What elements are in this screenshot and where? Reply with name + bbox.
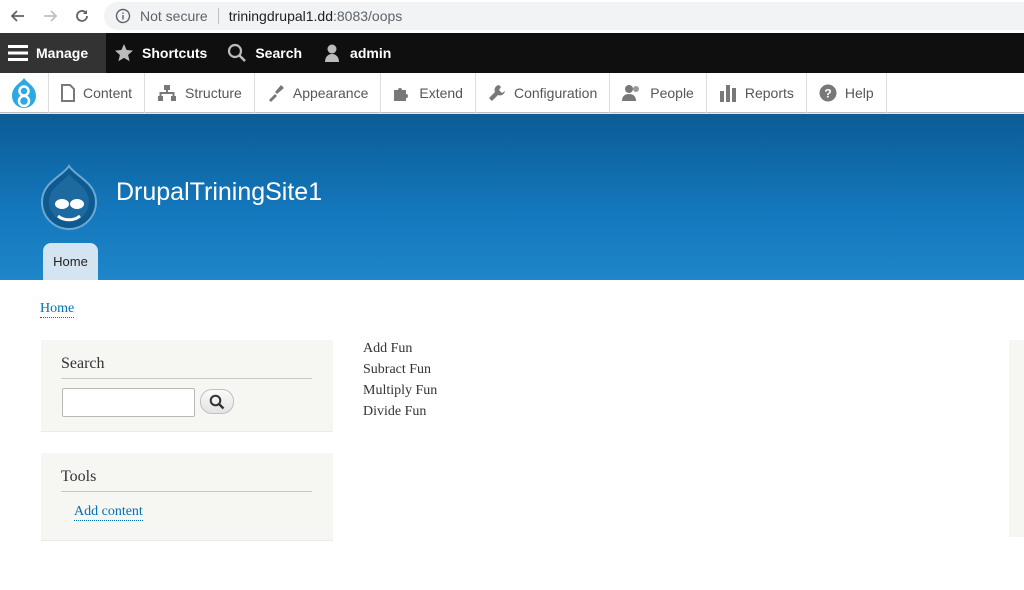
url-host: triningdrupal1.dd	[228, 8, 333, 24]
bar-chart-icon	[719, 85, 736, 102]
drupal-home-link[interactable]	[0, 73, 49, 113]
list-item-multiply-fun[interactable]: Multiply Fun	[363, 382, 437, 403]
list-item-subract-fun[interactable]: Subract Fun	[363, 361, 437, 382]
arrow-left-icon	[10, 10, 24, 22]
toolbar-user[interactable]: admin	[314, 33, 403, 73]
toolbar-shortcuts-label: Shortcuts	[142, 45, 208, 61]
menu-item-structure-label: Structure	[185, 85, 242, 101]
menu-item-extend-label: Extend	[419, 85, 463, 101]
menu-item-appearance[interactable]: Appearance	[255, 73, 382, 113]
address-bar[interactable]: Not secure triningdrupal1.dd:8083/oops	[104, 2, 1024, 30]
admin-toolbar: Manage Shortcuts Search admin	[0, 33, 1024, 73]
brush-icon	[268, 85, 284, 102]
forward-button[interactable]	[38, 4, 62, 28]
menu-item-configuration-label: Configuration	[513, 85, 598, 101]
toolbar-search[interactable]: Search	[219, 33, 314, 73]
search-submit-button[interactable]	[200, 389, 234, 414]
tools-block-divider	[61, 491, 312, 492]
user-icon	[325, 44, 340, 62]
breadcrumb-home[interactable]: Home	[40, 301, 75, 318]
arrow-right-icon	[44, 10, 58, 22]
site-header: DrupalTriningSite1 Home	[0, 114, 1024, 280]
search-icon	[209, 394, 225, 409]
menu-item-reports-label: Reports	[744, 85, 794, 101]
search-block-divider	[61, 378, 312, 379]
search-block-title: Search	[61, 355, 105, 372]
menu-item-structure[interactable]: Structure	[145, 73, 255, 113]
list-item-divide-fun[interactable]: Divide Fun	[363, 403, 437, 424]
tools-block: Tools Add content	[41, 453, 333, 541]
site-name[interactable]: DrupalTriningSite1	[116, 178, 322, 207]
toolbar-manage[interactable]: Manage	[0, 33, 106, 73]
wrench-icon	[488, 85, 505, 101]
toolbar-user-label: admin	[350, 45, 392, 61]
address-separator	[217, 8, 219, 24]
toolbar-manage-label: Manage	[36, 45, 89, 61]
menu-item-configuration[interactable]: Configuration	[476, 73, 611, 113]
menu-item-help-label: Help	[844, 85, 874, 101]
menu-item-content[interactable]: Content	[49, 73, 146, 113]
url-path: :8083/oops	[333, 8, 403, 24]
people-icon	[622, 85, 640, 101]
menu-item-people[interactable]: People	[610, 73, 707, 113]
site-logo[interactable]	[40, 164, 98, 230]
puzzle-icon	[394, 88, 409, 101]
drupal-drop-icon	[40, 164, 98, 230]
menu-item-content-label: Content	[83, 85, 133, 101]
security-label: Not secure	[140, 8, 208, 24]
file-icon	[61, 84, 75, 102]
info-icon[interactable]	[114, 7, 132, 25]
search-icon	[228, 43, 247, 62]
svg-text:?: ?	[824, 87, 831, 101]
menu-item-help[interactable]: ? Help	[807, 73, 887, 113]
admin-menu-tray: Content Structure Appearance Extend Conf…	[0, 73, 1024, 113]
search-block: Search	[41, 340, 333, 432]
menu-item-extend[interactable]: Extend	[381, 73, 476, 113]
reload-button[interactable]	[70, 4, 94, 28]
toolbar-search-label: Search	[255, 45, 303, 61]
browser-chrome: Not secure triningdrupal1.dd:8083/oops	[0, 0, 1024, 33]
reload-icon	[76, 10, 88, 22]
list-item-add-fun[interactable]: Add Fun	[363, 340, 437, 361]
fun-link-list: Add Fun Subract Fun Multiply Fun Divide …	[363, 340, 437, 424]
help-icon: ?	[819, 84, 837, 102]
add-content-link[interactable]: Add content	[74, 504, 143, 521]
tab-home[interactable]: Home	[43, 243, 98, 280]
sitemap-icon	[158, 85, 177, 101]
tools-block-title: Tools	[61, 468, 97, 485]
menu-item-reports[interactable]: Reports	[707, 73, 807, 113]
star-icon	[115, 44, 133, 62]
back-button[interactable]	[6, 4, 30, 28]
toolbar-shortcuts[interactable]: Shortcuts	[106, 33, 219, 73]
drupal-8-icon	[12, 78, 36, 108]
hamburger-icon	[8, 45, 28, 61]
menu-item-appearance-label: Appearance	[292, 85, 369, 101]
right-sidebar-edge	[1009, 340, 1024, 537]
search-input[interactable]	[62, 388, 195, 417]
menu-item-people-label: People	[650, 85, 694, 101]
